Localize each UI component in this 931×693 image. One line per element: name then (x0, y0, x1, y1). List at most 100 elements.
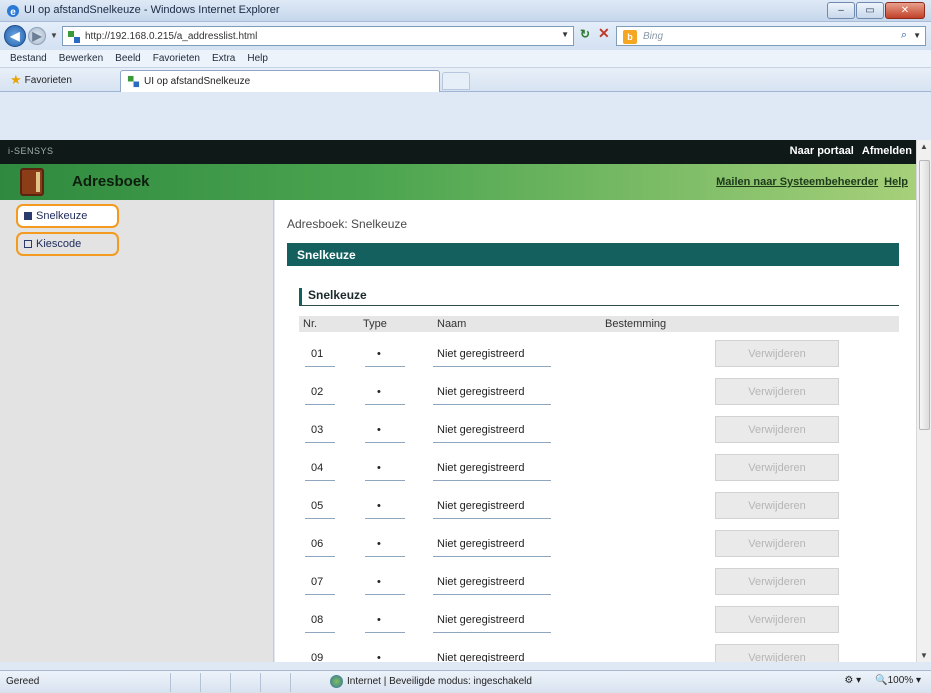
table-row: 07 • Niet geregistreerd Verwijderen (299, 564, 899, 602)
row-divider (365, 632, 405, 633)
mail-admin-link[interactable]: Mailen naar Systeembeheerder (716, 176, 878, 188)
protected-mode-icon[interactable]: ⚙ ▾ (844, 675, 861, 686)
url-text: http://192.168.0.215/a_addresslist.html (85, 31, 258, 42)
row-nr: 09 (311, 652, 324, 662)
maximize-button[interactable]: ▭ (856, 2, 884, 19)
search-input[interactable]: b Bing ⌕ ▼ (616, 26, 926, 46)
status-dividers (170, 673, 320, 692)
back-button[interactable]: ◀ (4, 25, 26, 47)
address-row: ◀ ▶ ▼ http://192.168.0.215/a_addresslist… (0, 22, 931, 50)
table-row: 01 • Niet geregistreerd Verwijderen (299, 336, 899, 374)
status-text: Gereed (6, 676, 40, 687)
delete-button[interactable]: Verwijderen (715, 454, 839, 481)
row-divider (433, 366, 551, 367)
status-bar: Gereed Internet | Beveiligde modus: inge… (0, 670, 931, 693)
favorites-label: Favorieten (24, 74, 72, 86)
sidebar-item-snelkeuze[interactable]: Snelkeuze (16, 204, 119, 228)
refresh-icon[interactable]: ↻ (580, 27, 590, 41)
row-naam-link[interactable]: Niet geregistreerd (437, 462, 524, 474)
menu-bestand[interactable]: Bestand (4, 50, 53, 67)
zone-text: Internet | Beveiligde modus: ingeschakel… (347, 676, 532, 687)
row-divider (433, 404, 551, 405)
row-naam-link[interactable]: Niet geregistreerd (437, 386, 524, 398)
row-divider (365, 366, 405, 367)
row-type: • (377, 462, 381, 474)
main-content: Adresboek: Snelkeuze Snelkeuze Snelkeuze… (275, 200, 916, 662)
zoom-level[interactable]: 🔍100% ▾ (875, 675, 921, 686)
security-zone[interactable]: Internet | Beveiligde modus: ingeschakel… (330, 675, 532, 688)
row-divider (433, 594, 551, 595)
row-divider (365, 594, 405, 595)
menu-extra[interactable]: Extra (206, 50, 241, 67)
browser-tab[interactable]: UI op afstandSnelkeuze (120, 70, 440, 92)
forward-button[interactable]: ▶ (28, 27, 46, 45)
row-divider (433, 480, 551, 481)
delete-button[interactable]: Verwijderen (715, 378, 839, 405)
sidebar-item-kiescode[interactable]: Kiescode (16, 232, 119, 256)
favorites-button[interactable]: ★ Favorieten (4, 71, 78, 89)
section-title: Snelkeuze (297, 248, 356, 262)
row-divider (433, 442, 551, 443)
row-nr: 08 (311, 614, 324, 626)
logout-link[interactable]: Afmelden (862, 145, 912, 157)
row-divider (365, 556, 405, 557)
favorites-bar: ★ Favorieten UI op afstandSnelkeuze (0, 68, 931, 92)
close-button[interactable]: ✕ (885, 2, 925, 19)
row-naam-link[interactable]: Niet geregistreerd (437, 424, 524, 436)
address-dropdown-icon[interactable]: ▼ (561, 30, 569, 39)
row-naam-link[interactable]: Niet geregistreerd (437, 576, 524, 588)
row-divider (305, 632, 335, 633)
menu-help[interactable]: Help (241, 50, 274, 67)
row-naam-link[interactable]: Niet geregistreerd (437, 652, 524, 662)
help-link[interactable]: Help (884, 176, 908, 188)
delete-button[interactable]: Verwijderen (715, 530, 839, 557)
delete-button[interactable]: Verwijderen (715, 492, 839, 519)
row-nr: 05 (311, 500, 324, 512)
tab-title: UI op afstandSnelkeuze (144, 76, 251, 87)
row-type: • (377, 386, 381, 398)
menu-beeld[interactable]: Beeld (109, 50, 147, 67)
scroll-up-icon[interactable]: ▲ (920, 142, 928, 151)
table-header: Nr. Type Naam Bestemming (299, 316, 899, 332)
row-naam-link[interactable]: Niet geregistreerd (437, 500, 524, 512)
portal-link[interactable]: Naar portaal (790, 145, 854, 157)
row-divider (365, 480, 405, 481)
row-divider (305, 518, 335, 519)
col-bestemming: Bestemming (605, 318, 667, 330)
delete-button[interactable]: Verwijderen (715, 340, 839, 367)
sidebar: Snelkeuze Kiescode (0, 200, 274, 662)
menu-bar: Bestand Bewerken Beeld Favorieten Extra … (0, 50, 931, 68)
address-bar[interactable]: http://192.168.0.215/a_addresslist.html … (62, 26, 574, 46)
ie-logo-icon: e (7, 5, 19, 18)
minimize-button[interactable]: – (827, 2, 855, 19)
scroll-down-icon[interactable]: ▼ (920, 651, 928, 660)
table-row: 05 • Niet geregistreerd Verwijderen (299, 488, 899, 526)
stop-icon[interactable]: ✕ (598, 25, 610, 42)
recent-pages-dropdown-icon[interactable]: ▼ (50, 31, 58, 40)
row-divider (305, 442, 335, 443)
sidebar-item-label: Kiescode (36, 238, 82, 250)
row-naam-link[interactable]: Niet geregistreerd (437, 538, 524, 550)
row-divider (305, 480, 335, 481)
page-title: Adresboek (72, 173, 150, 190)
menu-bewerken[interactable]: Bewerken (53, 50, 109, 67)
row-naam-link[interactable]: Niet geregistreerd (437, 614, 524, 626)
row-nr: 01 (311, 348, 324, 360)
delete-button[interactable]: Verwijderen (715, 644, 839, 662)
row-divider (305, 404, 335, 405)
delete-button[interactable]: Verwijderen (715, 416, 839, 443)
new-tab-button[interactable] (442, 72, 470, 90)
delete-button[interactable]: Verwijderen (715, 606, 839, 633)
search-dropdown-icon[interactable]: ▼ (913, 31, 921, 40)
row-type: • (377, 424, 381, 436)
search-icon[interactable]: ⌕ (901, 29, 907, 42)
row-naam-link[interactable]: Niet geregistreerd (437, 348, 524, 360)
delete-button[interactable]: Verwijderen (715, 568, 839, 595)
menu-favorieten[interactable]: Favorieten (147, 50, 206, 67)
row-divider (305, 594, 335, 595)
remote-ui-header: i-SENSYS Naar portaal Afmelden (0, 140, 916, 164)
vertical-scrollbar[interactable]: ▲ ▼ (916, 140, 931, 662)
scroll-thumb[interactable] (919, 160, 930, 430)
table-row: 06 • Niet geregistreerd Verwijderen (299, 526, 899, 564)
brand-text: i-SENSYS (8, 146, 54, 156)
